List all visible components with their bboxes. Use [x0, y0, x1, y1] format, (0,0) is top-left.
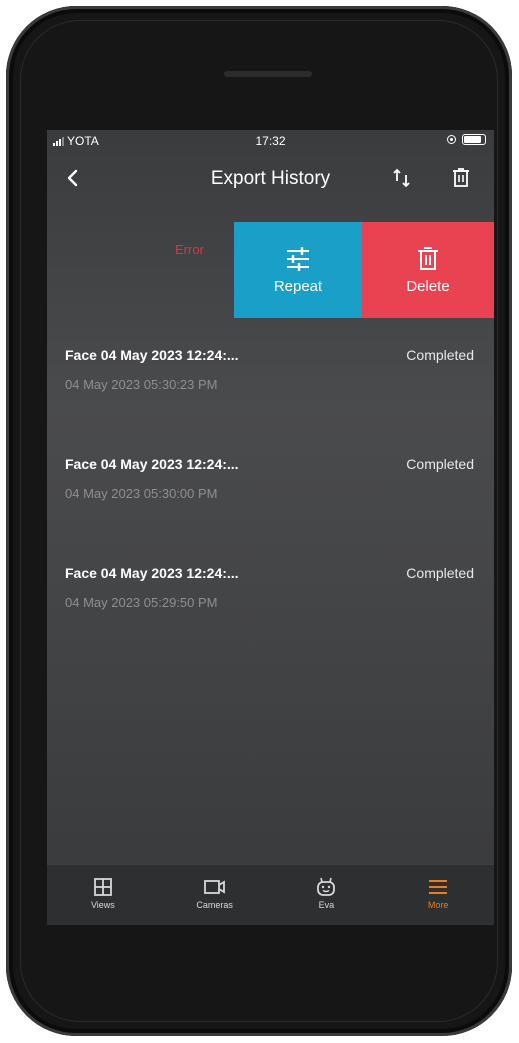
status-badge: Completed	[406, 565, 474, 581]
export-date: 04 May 2023 05:30:23 PM	[65, 377, 218, 392]
status-badge: Completed	[406, 347, 474, 363]
nav-bar: Export History	[47, 154, 494, 206]
repeat-label: Repeat	[273, 277, 323, 295]
tab-views[interactable]: Views	[47, 865, 159, 925]
delete-button[interactable]: Delete	[362, 222, 494, 318]
sort-arrows-icon[interactable]	[389, 166, 415, 190]
tab-label: Views	[90, 900, 115, 910]
menu-icon	[429, 880, 448, 894]
export-name: Face 04 May 2023 12:24:...	[65, 347, 239, 363]
export-name: Face 04 May 2023 12:24:...	[65, 565, 239, 581]
trash-icon	[418, 246, 438, 270]
list-item[interactable]: Face 04 May 2023 12:24:... Completed 04 …	[47, 347, 494, 427]
export-date: 04 May 2023 05:30:00 PM	[65, 486, 218, 501]
repeat-button[interactable]: Repeat	[234, 222, 362, 318]
error-status: Error	[175, 242, 204, 257]
clock: 17:32	[255, 134, 286, 148]
status-badge: Completed	[406, 456, 474, 472]
export-name: Face 04 May 2023 12:24:...	[65, 456, 239, 472]
grid-icon	[93, 878, 112, 896]
video-camera-icon	[203, 880, 225, 894]
list-item[interactable]: Face 04 May 2023 12:24:... Completed 04 …	[47, 565, 494, 645]
page-title: Export History	[210, 168, 331, 189]
battery-icon	[462, 134, 486, 145]
sliders-icon	[287, 246, 309, 271]
tab-eva[interactable]: Eva	[271, 865, 383, 925]
trash-icon[interactable]	[449, 166, 473, 190]
tab-label: More	[427, 900, 449, 910]
export-date: 04 May 2023 05:29:50 PM	[65, 595, 218, 610]
tab-bar: Views Cameras Eva More	[47, 864, 494, 925]
earpiece-speaker	[224, 71, 312, 77]
tab-label: Eva	[318, 900, 335, 910]
tab-more[interactable]: More	[382, 865, 494, 925]
tab-cameras[interactable]: Cameras	[159, 865, 271, 925]
status-bar: YOTA 17:32	[47, 130, 494, 152]
delete-label: Delete	[406, 277, 450, 295]
status-right	[447, 134, 486, 145]
tab-label: Cameras	[196, 900, 233, 910]
robot-icon	[317, 877, 336, 896]
app-screen: YOTA 17:32 Export History Error Repeat D…	[47, 130, 494, 925]
swiped-export-row[interactable]: Error Repeat Delete	[47, 222, 494, 318]
list-item[interactable]: Face 04 May 2023 12:24:... Completed 04 …	[47, 456, 494, 536]
location-icon	[447, 135, 456, 144]
